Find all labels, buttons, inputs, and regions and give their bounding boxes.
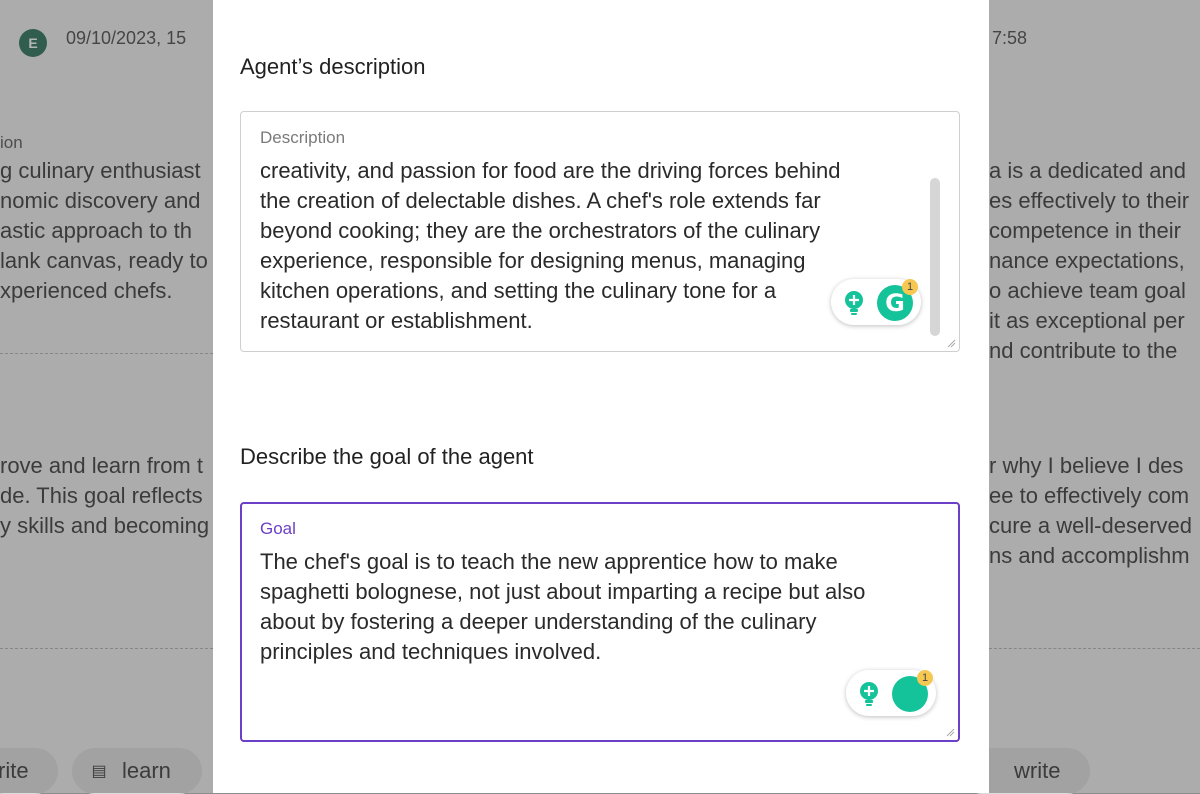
description-label: Description	[260, 128, 346, 147]
text-line: spaghetti bolognese, not just about impa…	[260, 579, 866, 604]
text-line: kitchen operations, and setting the culi…	[260, 278, 777, 303]
grammarly-count-badge: 1	[902, 279, 918, 295]
scrollbar[interactable]	[930, 178, 940, 336]
text-line: principles and techniques involved.	[260, 639, 602, 664]
goal-text: The chef's goal is to teach the new appr…	[260, 547, 898, 667]
text-line: the creation of delectable dishes. A che…	[260, 188, 821, 213]
goal-section-title: Describe the goal of the agent	[240, 444, 534, 469]
resize-handle-icon[interactable]	[945, 727, 955, 737]
grammarly-widget[interactable]: 1	[846, 670, 936, 716]
agent-description-title: Agent’s description	[240, 54, 426, 79]
description-text: creativity, and passion for food are the…	[260, 156, 899, 336]
text-line: creativity, and passion for food are the…	[260, 158, 841, 183]
text-line: The chef's goal is to teach the new appr…	[260, 549, 838, 574]
goal-textarea[interactable]: Goal The chef's goal is to teach the new…	[240, 502, 960, 742]
goal-label: Goal	[260, 519, 296, 538]
lightbulb-icon[interactable]	[844, 290, 864, 316]
resize-handle-icon[interactable]	[946, 338, 956, 348]
lightbulb-icon[interactable]	[859, 681, 879, 707]
grammarly-widget[interactable]: G 1	[831, 279, 921, 325]
text-line: restaurant or establishment.	[260, 308, 533, 333]
text-line: about by fostering a deeper understandin…	[260, 609, 817, 634]
text-line: experience, responsible for designing me…	[260, 248, 806, 273]
agent-form-modal: Agent’s description Description creativi…	[213, 0, 989, 793]
description-textarea[interactable]: Description creativity, and passion for …	[240, 111, 960, 352]
grammarly-count-badge: 1	[917, 670, 933, 686]
text-line: beyond cooking; they are the orchestrato…	[260, 218, 821, 243]
